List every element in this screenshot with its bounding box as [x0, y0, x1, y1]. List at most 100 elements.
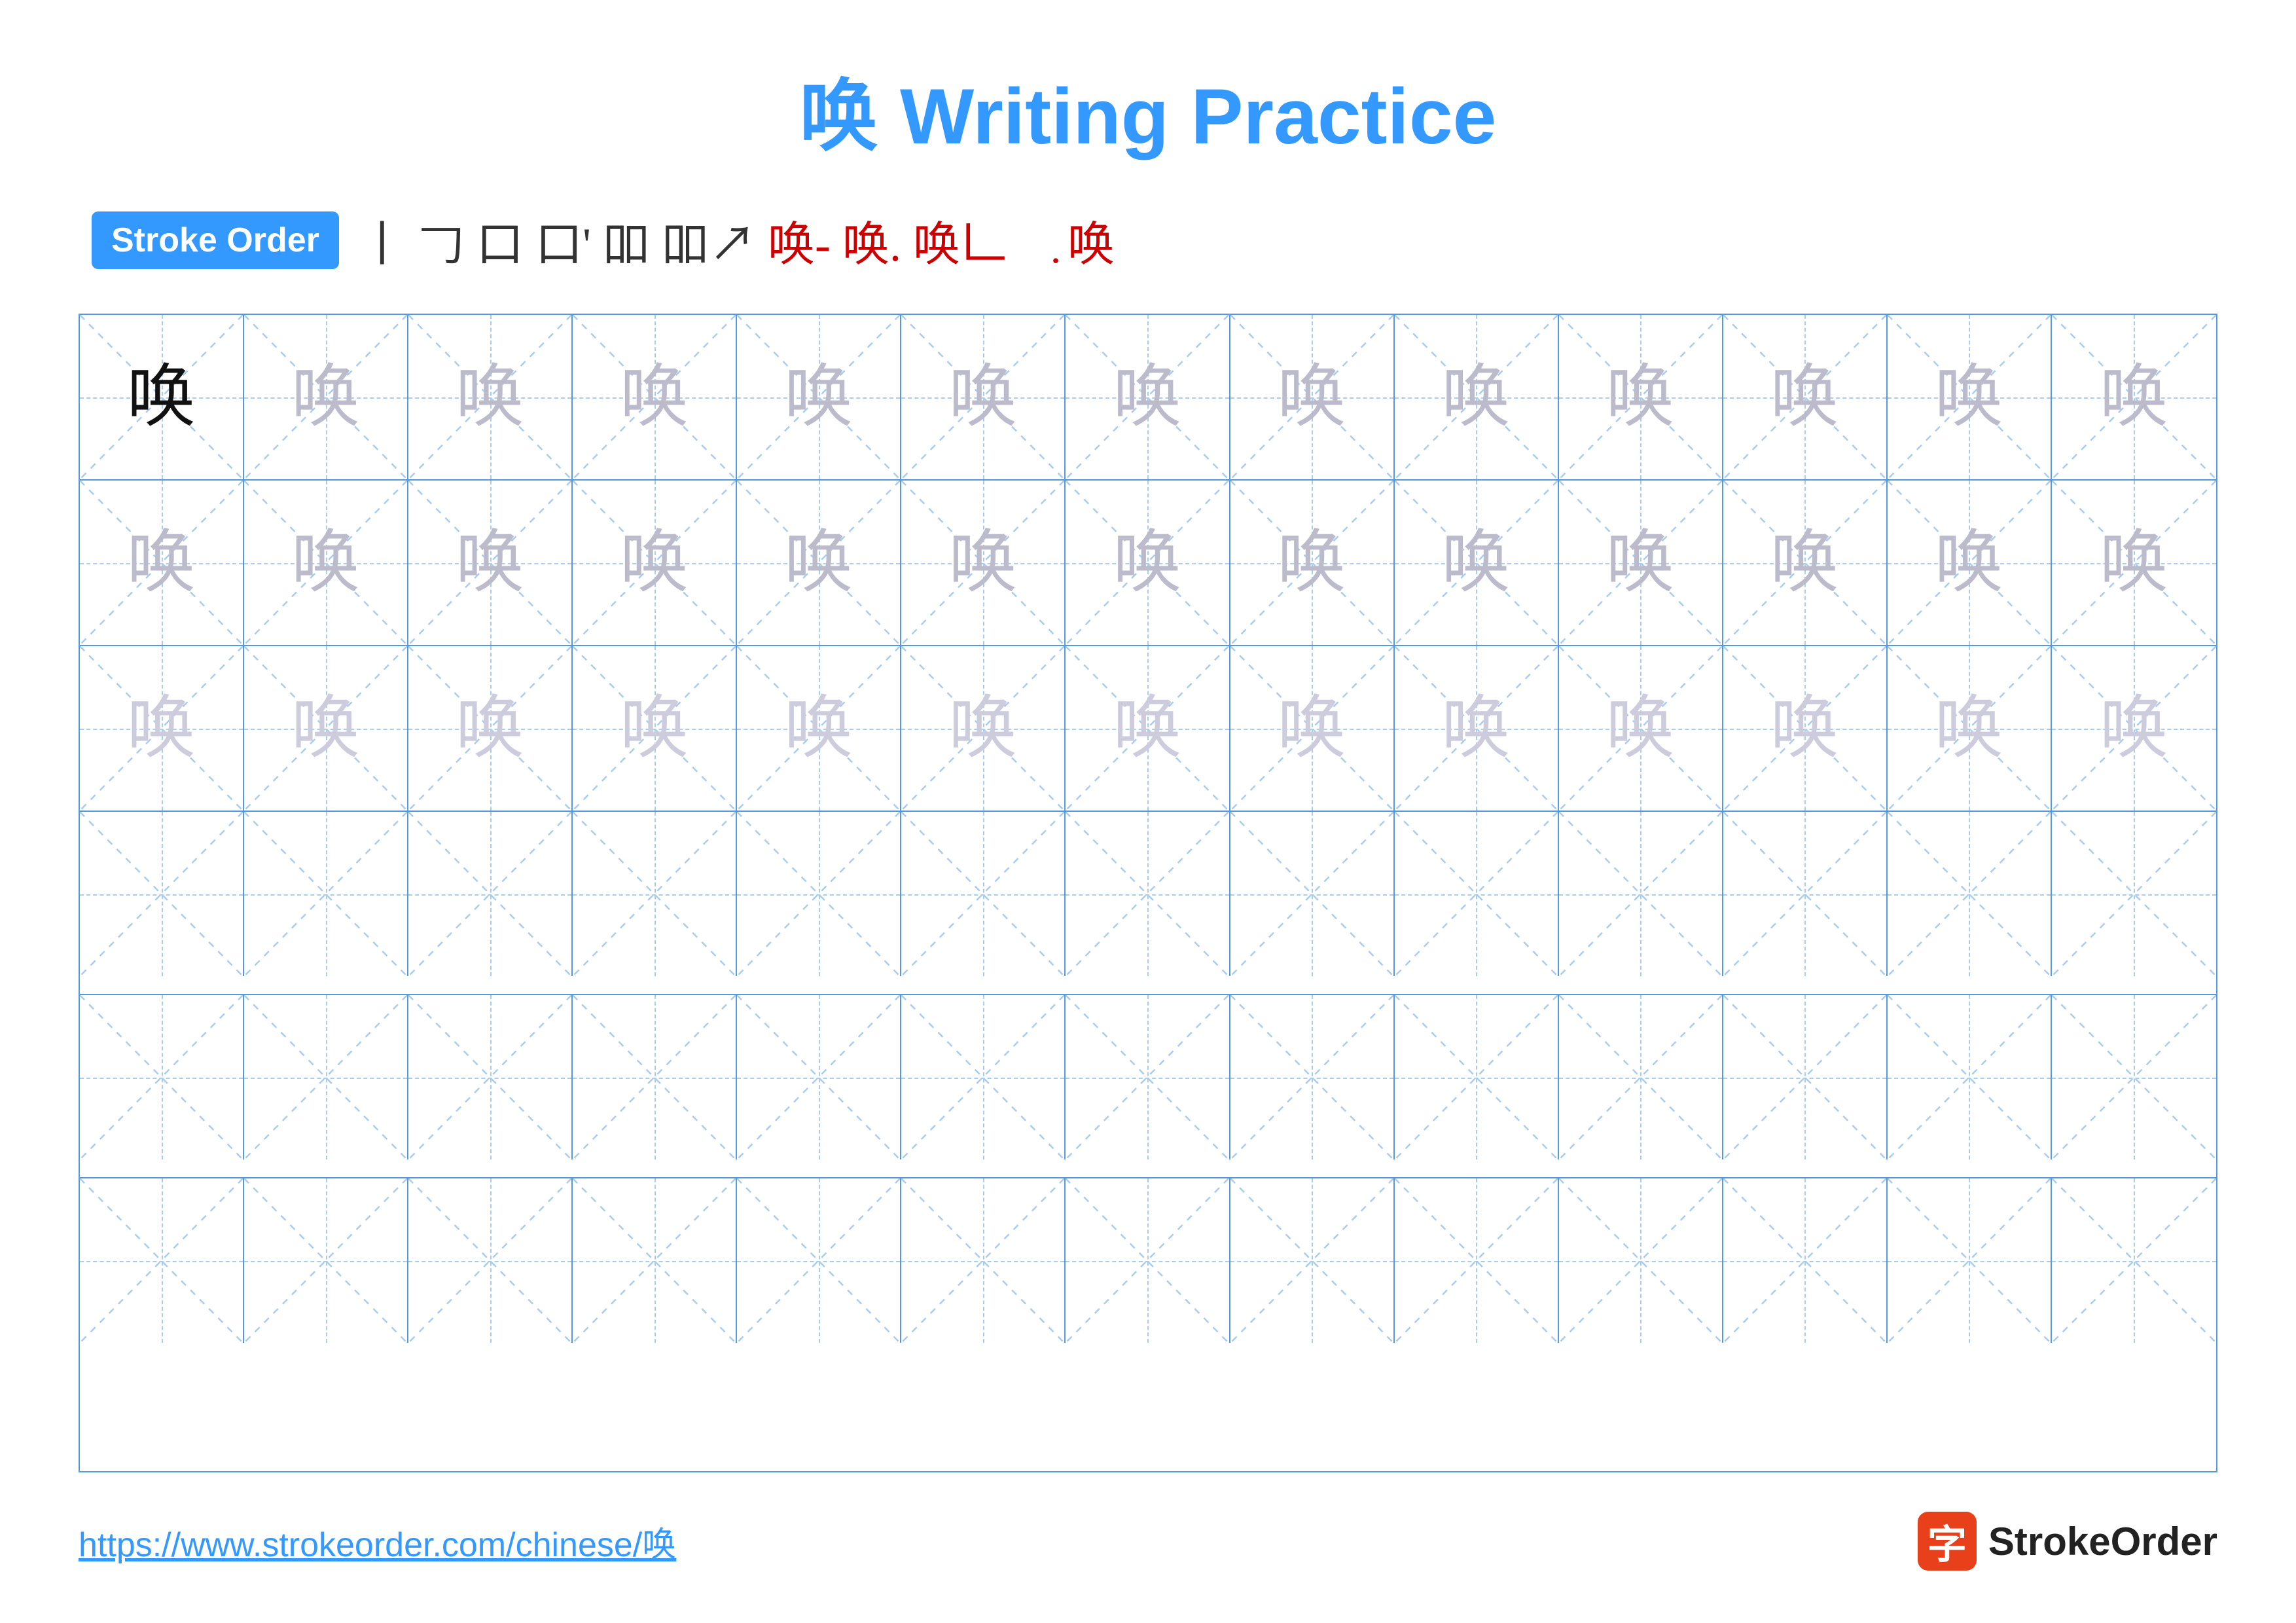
grid-cell-r5-c11[interactable]: [1723, 995, 1888, 1159]
grid-cell-r6-c9[interactable]: [1395, 1178, 1559, 1343]
grid-cell-r4-c4[interactable]: [573, 812, 737, 976]
grid-cell-r6-c1[interactable]: [80, 1178, 244, 1343]
grid-cell-r2-c12[interactable]: 唤: [1888, 481, 2052, 645]
grid-cell-r2-c10[interactable]: 唤: [1559, 481, 1723, 645]
grid-cell-r4-c8[interactable]: [1230, 812, 1395, 976]
grid-cell-r3-c10[interactable]: 唤: [1559, 646, 1723, 811]
grid-cell-r2-c7[interactable]: 唤: [1066, 481, 1230, 645]
grid-cell-r3-c13[interactable]: 唤: [2052, 646, 2216, 811]
grid-cell-r3-c1[interactable]: 唤: [80, 646, 244, 811]
grid-cell-r1-c11[interactable]: 唤: [1723, 315, 1888, 479]
grid-cell-r4-c12[interactable]: [1888, 812, 2052, 976]
grid-cell-r4-c5[interactable]: [737, 812, 901, 976]
grid-cell-r1-c7[interactable]: 唤: [1066, 315, 1230, 479]
grid-cell-r2-c1[interactable]: 唤: [80, 481, 244, 645]
grid-cell-r4-c11[interactable]: [1723, 812, 1888, 976]
grid-cell-r5-c1[interactable]: [80, 995, 244, 1159]
grid-cell-r1-c13[interactable]: 唤: [2052, 315, 2216, 479]
grid-cell-r3-c12[interactable]: 唤: [1888, 646, 2052, 811]
grid-cell-r1-c6[interactable]: 唤: [901, 315, 1066, 479]
grid-cell-r6-c6[interactable]: [901, 1178, 1066, 1343]
grid-cell-r3-c7[interactable]: 唤: [1066, 646, 1230, 811]
grid-cell-r3-c4[interactable]: 唤: [573, 646, 737, 811]
grid-cell-r5-c4[interactable]: [573, 995, 737, 1159]
grid-cell-r1-c10[interactable]: 唤: [1559, 315, 1723, 479]
title-char: 唤: [800, 73, 878, 160]
grid-row-1: 唤 唤 唤: [80, 315, 2216, 481]
grid-cell-r4-c10[interactable]: [1559, 812, 1723, 976]
grid-cell-r4-c7[interactable]: [1066, 812, 1230, 976]
grid-cell-r6-c2[interactable]: [244, 1178, 408, 1343]
logo-text: StrokeOrder: [1988, 1519, 2217, 1564]
grid-cell-r1-c4[interactable]: 唤: [573, 315, 737, 479]
grid-cell-r4-c9[interactable]: [1395, 812, 1559, 976]
grid-cell-r4-c13[interactable]: [2052, 812, 2216, 976]
char-display: 唤: [2100, 694, 2168, 763]
char-display: 唤: [784, 363, 853, 431]
grid-cell-r6-c7[interactable]: [1066, 1178, 1230, 1343]
grid-cell-r6-c5[interactable]: [737, 1178, 901, 1343]
grid-cell-r2-c2[interactable]: 唤: [244, 481, 408, 645]
grid-cell-r5-c3[interactable]: [408, 995, 573, 1159]
grid-cell-r3-c5[interactable]: 唤: [737, 646, 901, 811]
grid-cell-r5-c6[interactable]: [901, 995, 1066, 1159]
grid-cell-r1-c1[interactable]: 唤: [80, 315, 244, 479]
practice-grid: 唤 唤 唤: [79, 314, 2217, 1472]
grid-cell-r5-c13[interactable]: [2052, 995, 2216, 1159]
grid-cell-r3-c2[interactable]: 唤: [244, 646, 408, 811]
char-display: 唤: [1442, 694, 1511, 763]
grid-cell-r1-c9[interactable]: 唤: [1395, 315, 1559, 479]
grid-cell-r6-c8[interactable]: [1230, 1178, 1395, 1343]
logo-char: 字: [1928, 1513, 1967, 1570]
grid-cell-r6-c11[interactable]: [1723, 1178, 1888, 1343]
grid-cell-r5-c5[interactable]: [737, 995, 901, 1159]
grid-cell-r2-c13[interactable]: 唤: [2052, 481, 2216, 645]
grid-cell-r3-c11[interactable]: 唤: [1723, 646, 1888, 811]
grid-row-6: [80, 1178, 2216, 1362]
grid-cell-r1-c5[interactable]: 唤: [737, 315, 901, 479]
char-display: 唤: [620, 528, 689, 597]
footer-url-link[interactable]: https://www.strokeorder.com/chinese/唤: [79, 1517, 676, 1566]
grid-cell-r3-c3[interactable]: 唤: [408, 646, 573, 811]
grid-cell-r6-c4[interactable]: [573, 1178, 737, 1343]
grid-cell-r2-c8[interactable]: 唤: [1230, 481, 1395, 645]
grid-cell-r2-c4[interactable]: 唤: [573, 481, 737, 645]
grid-cell-r2-c5[interactable]: 唤: [737, 481, 901, 645]
grid-cell-r3-c6[interactable]: 唤: [901, 646, 1066, 811]
grid-row-4: [80, 812, 2216, 995]
grid-cell-r6-c3[interactable]: [408, 1178, 573, 1343]
grid-cell-r1-c2[interactable]: 唤: [244, 315, 408, 479]
grid-cell-r4-c6[interactable]: [901, 812, 1066, 976]
grid-cell-r2-c11[interactable]: 唤: [1723, 481, 1888, 645]
grid-cell-r5-c2[interactable]: [244, 995, 408, 1159]
grid-cell-r4-c3[interactable]: [408, 812, 573, 976]
grid-cell-r1-c12[interactable]: 唤: [1888, 315, 2052, 479]
grid-cell-r6-c13[interactable]: [2052, 1178, 2216, 1343]
char-display: 唤: [1606, 528, 1675, 597]
grid-cell-r2-c3[interactable]: 唤: [408, 481, 573, 645]
grid-cell-r1-c8[interactable]: 唤: [1230, 315, 1395, 479]
grid-cell-r5-c8[interactable]: [1230, 995, 1395, 1159]
char-display: 唤: [456, 528, 524, 597]
grid-cell-r5-c12[interactable]: [1888, 995, 2052, 1159]
char-display: 唤: [1770, 363, 1839, 431]
grid-cell-r6-c12[interactable]: [1888, 1178, 2052, 1343]
char-display: 唤: [784, 528, 853, 597]
stroke-10: 唤̣: [1019, 213, 1056, 267]
grid-cell-r4-c2[interactable]: [244, 812, 408, 976]
grid-cell-r3-c9[interactable]: 唤: [1395, 646, 1559, 811]
grid-cell-r2-c6[interactable]: 唤: [901, 481, 1066, 645]
grid-cell-r5-c9[interactable]: [1395, 995, 1559, 1159]
char-display: 唤: [1113, 528, 1181, 597]
grid-cell-r3-c8[interactable]: 唤: [1230, 646, 1395, 811]
grid-cell-r5-c10[interactable]: [1559, 995, 1723, 1159]
stroke-order-badge: Stroke Order: [92, 211, 339, 269]
footer-logo: 字 StrokeOrder: [1918, 1512, 2217, 1571]
grid-cell-r6-c10[interactable]: [1559, 1178, 1723, 1343]
footer: https://www.strokeorder.com/chinese/唤 字 …: [79, 1512, 2217, 1571]
grid-cell-r5-c7[interactable]: [1066, 995, 1230, 1159]
grid-cell-r1-c3[interactable]: 唤: [408, 315, 573, 479]
grid-cell-r2-c9[interactable]: 唤: [1395, 481, 1559, 645]
grid-cell-r4-c1[interactable]: [80, 812, 244, 976]
char-display: 唤: [1113, 694, 1181, 763]
